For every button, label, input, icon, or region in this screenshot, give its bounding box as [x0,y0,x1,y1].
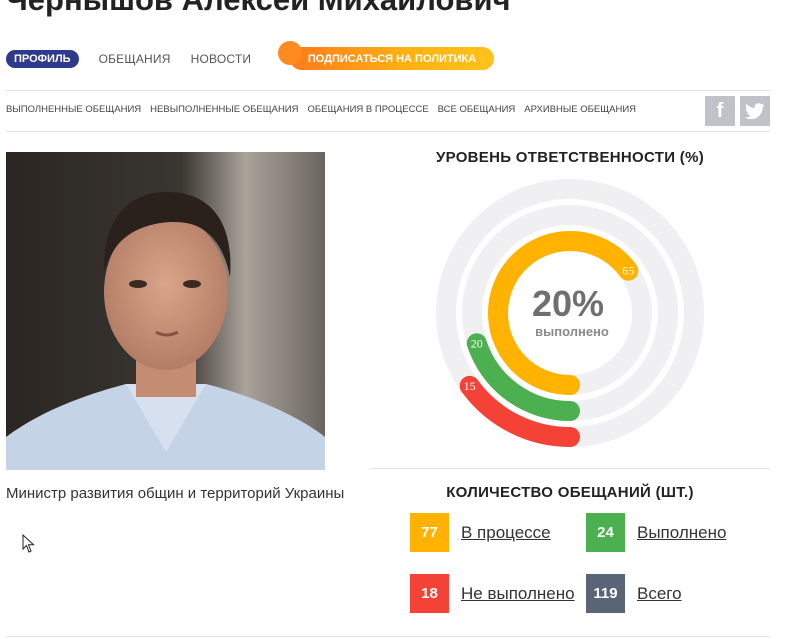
subscribe-label: ПОДПИСАТЬСЯ НА ПОЛИТИКА [290,47,494,70]
stat-label[interactable]: В процессе [461,523,551,543]
responsibility-chart: 65 20 15 20% выполнено [436,178,704,453]
stat-in-progress[interactable]: 77 В процессе [410,513,551,552]
divider [6,90,770,91]
tab-promises[interactable]: ОБЕЩАНИЯ [99,52,171,66]
facebook-icon: f [716,99,724,122]
arc-fulfilled-label: 20 [471,336,483,350]
subnav-archive[interactable]: АРХИВНЫЕ ОБЕЩАНИЯ [524,104,636,115]
profile-tabs: ПРОФИЛЬ ОБЕЩАНИЯ НОВОСТИ [6,49,251,69]
tab-news[interactable]: НОВОСТИ [191,52,252,66]
stat-count: 77 [410,513,449,552]
promises-stats: 77 В процессе 24 Выполнено 18 Не выполне… [410,513,750,613]
responsibility-heading: УРОВЕНЬ ОТВЕТСТВЕННОСТИ (%) [435,149,705,166]
politician-photo [6,152,325,470]
percent-label: выполнено [535,324,609,339]
stat-label[interactable]: Всего [637,584,682,604]
percent-value: 20% [532,283,604,324]
stat-unfulfilled[interactable]: 18 Не выполнено [410,574,575,613]
divider [6,131,770,132]
promises-heading: КОЛИЧЕСТВО ОБЕЩАНИЙ (ШТ.) [446,484,694,501]
subnav-in-progress[interactable]: ОБЕЩАНИЯ В ПРОЦЕССЕ [308,104,429,115]
stat-total[interactable]: 119 Всего [586,574,682,613]
twitter-share-button[interactable] [740,96,770,126]
stat-count: 24 [586,513,625,552]
tab-profile[interactable]: ПРОФИЛЬ [6,50,79,68]
mouse-cursor-icon [22,534,35,553]
page-title: Чернышов Алексей Михайлович [6,0,511,18]
stat-count: 18 [410,574,449,613]
subnav-fulfilled[interactable]: ВЫПОЛНЕННЫЕ ОБЕЩАНИЯ [6,104,141,115]
subscribe-icon [278,41,302,65]
arc-in-progress-label: 65 [622,264,634,278]
divider [6,636,770,637]
divider [370,468,770,469]
twitter-icon [745,102,765,119]
subnav-unfulfilled[interactable]: НЕВЫПОЛНЕННЫЕ ОБЕЩАНИЯ [150,104,298,115]
profile-caption: Министр развития общин и территорий Укра… [6,485,345,502]
stat-count: 119 [586,574,625,613]
arc-unfulfilled-label: 15 [464,379,476,393]
facebook-share-button[interactable]: f [705,96,735,126]
stat-label[interactable]: Не выполнено [461,584,575,604]
promises-subnav: ВЫПОЛНЕННЫЕ ОБЕЩАНИЯ НЕВЫПОЛНЕННЫЕ ОБЕЩА… [6,104,645,115]
stat-label[interactable]: Выполнено [637,523,726,543]
subnav-all[interactable]: ВСЕ ОБЕЩАНИЯ [438,104,516,115]
stat-fulfilled[interactable]: 24 Выполнено [586,513,726,552]
responsibility-rings: 65 20 15 20% выполнено [436,179,704,447]
